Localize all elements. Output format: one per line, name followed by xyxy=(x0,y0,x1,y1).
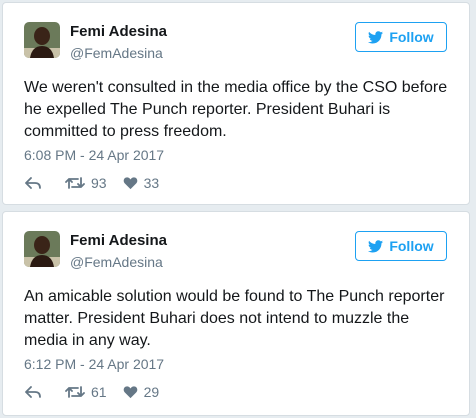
retweet-button[interactable]: 93 xyxy=(65,175,107,191)
retweet-count: 93 xyxy=(91,175,107,191)
like-button[interactable]: 33 xyxy=(123,175,160,191)
author-name[interactable]: Femi Adesina xyxy=(70,23,167,40)
tweet-text: An amicable solution would be found to T… xyxy=(24,288,445,349)
twitter-bird-icon xyxy=(368,239,384,253)
tweet-actions: 93 33 xyxy=(25,175,159,191)
tweet-timestamp[interactable]: 6:12 PM - 24 Apr 2017 xyxy=(24,356,164,372)
reply-icon xyxy=(25,385,41,399)
retweet-count: 61 xyxy=(91,384,107,400)
tweet-text: We weren't consulted in the media office… xyxy=(24,79,448,140)
retweet-icon xyxy=(65,385,85,399)
author-handle[interactable]: @FemAdesina xyxy=(70,254,163,270)
follow-button[interactable]: Follow xyxy=(355,22,447,52)
tweet-actions: 61 29 xyxy=(25,384,159,400)
twitter-bird-icon xyxy=(368,30,384,44)
author-handle[interactable]: @FemAdesina xyxy=(70,45,163,61)
heart-icon xyxy=(123,176,138,190)
author-name[interactable]: Femi Adesina xyxy=(70,232,167,249)
retweet-icon xyxy=(65,176,85,190)
tweet-timestamp[interactable]: 6:08 PM - 24 Apr 2017 xyxy=(24,147,164,163)
reply-button[interactable] xyxy=(25,385,41,399)
follow-label: Follow xyxy=(389,29,434,45)
heart-icon xyxy=(123,385,138,399)
retweet-button[interactable]: 61 xyxy=(65,384,107,400)
reply-icon xyxy=(25,176,41,190)
avatar[interactable] xyxy=(24,22,60,58)
follow-label: Follow xyxy=(389,238,434,254)
like-count: 33 xyxy=(143,175,160,191)
reply-button[interactable] xyxy=(25,176,41,190)
tweet-card: Femi Adesina @FemAdesina Follow An amica… xyxy=(2,211,470,416)
tweet-card: Femi Adesina @FemAdesina Follow We weren… xyxy=(2,2,470,205)
like-button[interactable]: 29 xyxy=(123,384,160,400)
follow-button[interactable]: Follow xyxy=(355,231,447,261)
like-count: 29 xyxy=(143,384,160,400)
avatar[interactable] xyxy=(24,231,60,267)
